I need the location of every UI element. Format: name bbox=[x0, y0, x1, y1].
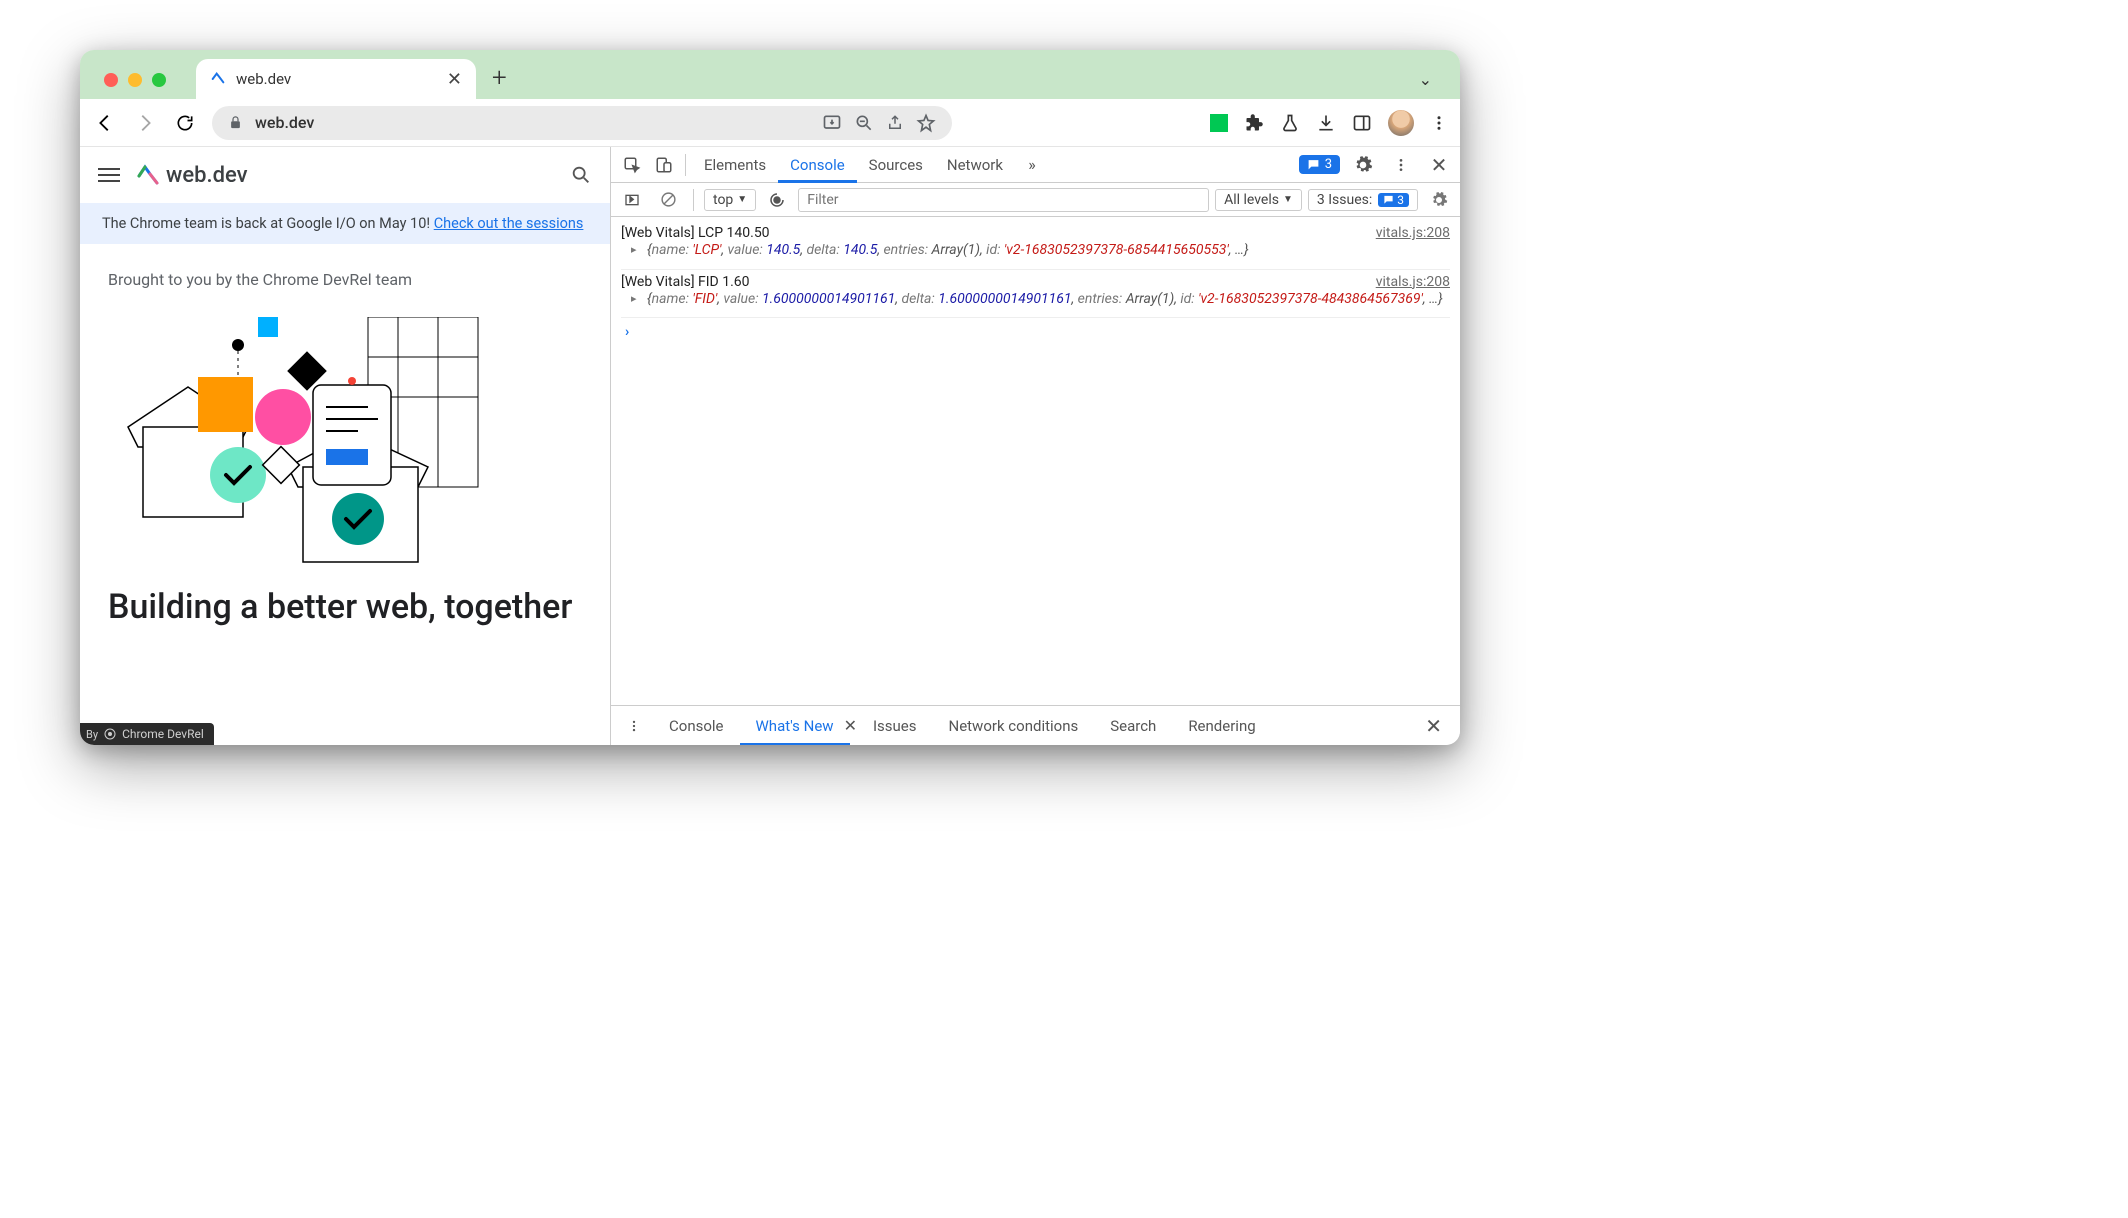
maximize-window-button[interactable] bbox=[152, 73, 166, 87]
devtools-tab-network[interactable]: Network bbox=[935, 147, 1015, 183]
new-tab-button[interactable]: + bbox=[476, 63, 523, 99]
hero-illustration bbox=[108, 317, 488, 577]
downloads-icon[interactable] bbox=[1316, 113, 1336, 133]
site-search-icon[interactable] bbox=[570, 164, 592, 186]
browser-window: web.dev ✕ + ⌄ web.dev bbox=[80, 50, 1460, 745]
bookmark-star-icon[interactable] bbox=[916, 113, 936, 133]
console-object[interactable]: {name: 'FID', value: 1.6000000014901161,… bbox=[621, 290, 1450, 310]
side-panel-icon[interactable] bbox=[1352, 113, 1372, 133]
drawer-tab-search[interactable]: Search bbox=[1094, 706, 1172, 746]
console-entry-header: [Web Vitals] FID 1.60 bbox=[621, 274, 750, 290]
share-icon[interactable] bbox=[886, 114, 904, 132]
devtools-tab-console[interactable]: Console bbox=[778, 147, 857, 183]
hamburger-icon[interactable] bbox=[98, 168, 120, 182]
close-window-button[interactable] bbox=[104, 73, 118, 87]
console-settings-icon[interactable] bbox=[1424, 185, 1454, 215]
page-subheading: Brought to you by the Chrome DevRel team bbox=[80, 244, 610, 307]
profile-avatar[interactable] bbox=[1388, 110, 1414, 136]
preserve-log-icon[interactable] bbox=[762, 185, 792, 215]
messages-count: 3 bbox=[1325, 157, 1332, 172]
devtools-kebab-icon[interactable] bbox=[1386, 150, 1416, 180]
rendered-page: web.dev The Chrome team is back at Googl… bbox=[80, 147, 610, 745]
tab-overflow-icon[interactable]: ⌄ bbox=[1401, 70, 1450, 99]
banner-text: The Chrome team is back at Google I/O on… bbox=[102, 215, 434, 232]
back-button[interactable] bbox=[92, 110, 118, 136]
announcement-banner: The Chrome team is back at Google I/O on… bbox=[80, 203, 610, 244]
omnibox-text: web.dev bbox=[255, 113, 314, 132]
badge-text: Chrome DevRel bbox=[122, 727, 204, 741]
toolbar: web.dev bbox=[80, 99, 1460, 147]
devtools-tab-bar: ElementsConsoleSourcesNetwork » 3 ✕ bbox=[611, 147, 1460, 183]
console-entry[interactable]: [Web Vitals] FID 1.60 vitals.js:208{name:… bbox=[621, 270, 1450, 319]
hero-headline: Building a better web, together bbox=[80, 587, 610, 628]
forward-button[interactable] bbox=[132, 110, 158, 136]
drawer-tab-close-icon[interactable]: ✕ bbox=[844, 716, 857, 735]
window-controls bbox=[90, 73, 180, 99]
messages-pill[interactable]: 3 bbox=[1299, 155, 1340, 174]
drawer-tab-what-s-new[interactable]: What's New bbox=[740, 706, 850, 746]
toggle-sidebar-icon[interactable] bbox=[617, 185, 647, 215]
lock-icon bbox=[228, 115, 243, 130]
issues-button[interactable]: 3 Issues: 3 bbox=[1308, 189, 1418, 211]
devtools-tab-elements[interactable]: Elements bbox=[692, 147, 778, 183]
by-label: By bbox=[86, 728, 98, 741]
zoom-out-icon[interactable] bbox=[854, 113, 874, 133]
devtools-panel: ElementsConsoleSourcesNetwork » 3 ✕ top▼ bbox=[610, 147, 1460, 745]
devtools-close-icon[interactable]: ✕ bbox=[1424, 150, 1454, 180]
install-icon[interactable] bbox=[822, 113, 842, 133]
site-name: web.dev bbox=[166, 163, 248, 188]
site-logo[interactable]: web.dev bbox=[136, 163, 248, 188]
extension-green-icon[interactable] bbox=[1210, 114, 1228, 132]
favicon-icon bbox=[210, 71, 226, 87]
console-output[interactable]: [Web Vitals] LCP 140.50vitals.js:208{nam… bbox=[611, 217, 1460, 705]
console-filter-bar: top▼ All levels▼ 3 Issues: 3 bbox=[611, 183, 1460, 217]
drawer-tab-issues[interactable]: Issues bbox=[857, 706, 933, 746]
drawer-tab-console[interactable]: Console bbox=[653, 706, 740, 746]
drawer-tab-rendering[interactable]: Rendering bbox=[1172, 706, 1271, 746]
console-source-link[interactable]: vitals.js:208 bbox=[1376, 274, 1450, 290]
console-object[interactable]: {name: 'LCP', value: 140.5, delta: 140.5… bbox=[621, 241, 1450, 261]
minimize-window-button[interactable] bbox=[128, 73, 142, 87]
devtools-tab-sources[interactable]: Sources bbox=[857, 147, 935, 183]
clear-console-icon[interactable] bbox=[653, 185, 683, 215]
more-tabs-icon[interactable]: » bbox=[1017, 150, 1047, 180]
console-source-link[interactable]: vitals.js:208 bbox=[1376, 225, 1450, 241]
inspect-element-icon[interactable] bbox=[617, 150, 647, 180]
kebab-menu-icon[interactable] bbox=[1430, 114, 1448, 132]
context-selector[interactable]: top▼ bbox=[704, 189, 756, 211]
by-badge[interactable]: By Chrome DevRel bbox=[80, 723, 214, 745]
devtools-settings-icon[interactable] bbox=[1348, 150, 1378, 180]
logo-mark-icon bbox=[136, 163, 160, 187]
drawer-kebab-icon[interactable] bbox=[619, 711, 649, 741]
omnibox-actions bbox=[822, 113, 936, 133]
browser-tab[interactable]: web.dev ✕ bbox=[196, 59, 476, 99]
chrome-icon bbox=[104, 728, 116, 740]
device-toggle-icon[interactable] bbox=[649, 150, 679, 180]
banner-link[interactable]: Check out the sessions bbox=[434, 215, 584, 232]
close-tab-icon[interactable]: ✕ bbox=[447, 69, 462, 90]
reload-button[interactable] bbox=[172, 110, 198, 136]
tab-strip: web.dev ✕ + ⌄ bbox=[80, 50, 1460, 99]
drawer-tab-network-conditions[interactable]: Network conditions bbox=[933, 706, 1095, 746]
console-entry-header: [Web Vitals] LCP 140.50 bbox=[621, 225, 770, 241]
extensions-icon[interactable] bbox=[1244, 113, 1264, 133]
extension-row bbox=[1210, 110, 1448, 136]
log-levels-selector[interactable]: All levels▼ bbox=[1215, 189, 1302, 211]
console-prompt[interactable]: › bbox=[621, 318, 1450, 346]
filter-input[interactable] bbox=[798, 188, 1209, 212]
drawer-close-icon[interactable]: ✕ bbox=[1415, 714, 1452, 738]
content-split: web.dev The Chrome team is back at Googl… bbox=[80, 147, 1460, 745]
labs-flask-icon[interactable] bbox=[1280, 113, 1300, 133]
address-bar[interactable]: web.dev bbox=[212, 106, 952, 140]
console-entry[interactable]: [Web Vitals] LCP 140.50 vitals.js:208{nam… bbox=[621, 221, 1450, 270]
site-header: web.dev bbox=[80, 147, 610, 203]
devtools-drawer: ConsoleWhat's New✕IssuesNetwork conditio… bbox=[611, 705, 1460, 745]
tab-title: web.dev bbox=[236, 70, 291, 88]
